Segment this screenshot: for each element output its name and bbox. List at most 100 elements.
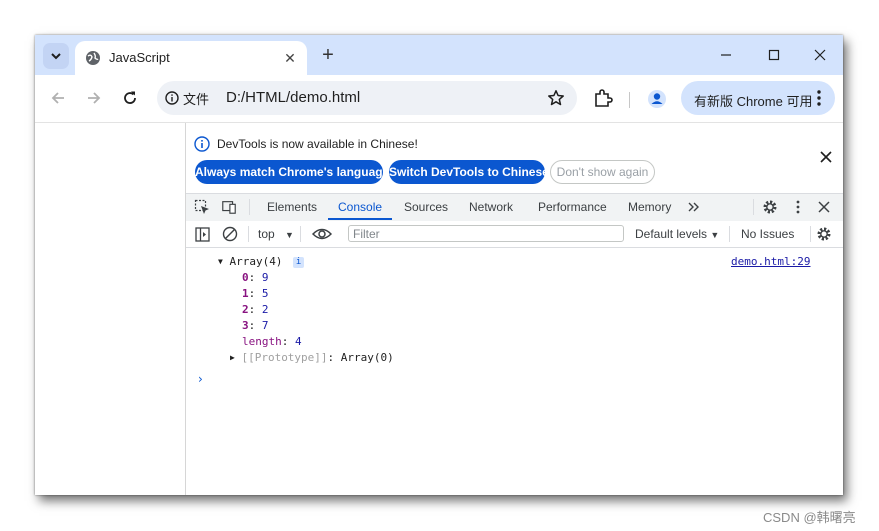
panel-tabs-divider [249,199,250,215]
log-levels-dropdown[interactable]: Default levels ▼ [635,227,719,241]
page-viewport [35,123,186,495]
tab-search-button[interactable] [43,43,69,69]
entry-key: 1 [242,287,249,300]
array-label: Array(4) [229,255,283,268]
infobar-message: DevTools is now available in Chinese! [217,137,418,151]
update-chrome-button[interactable]: 有新版 Chrome 可用 [681,81,835,115]
entry-key: 3 [242,319,249,332]
clear-console-icon[interactable] [222,226,238,242]
array-entry-row: 3: 7 [242,319,269,332]
collapsed-triangle-icon: ▶ [230,353,235,362]
bookmark-star-icon[interactable] [545,87,567,109]
minimize-button[interactable] [711,43,741,67]
new-tab-button[interactable]: + [317,44,339,66]
toolbar-divider [300,226,301,242]
console-prompt[interactable]: › [198,372,203,386]
dropdown-arrow-icon: ▼ [285,230,294,240]
more-tabs-icon[interactable] [686,199,702,215]
entry-colon: : [248,303,262,316]
minimize-icon [721,54,731,56]
dont-show-again-button[interactable]: Don't show again [550,160,655,184]
prototype-key: [[Prototype]] [241,351,328,364]
sidebar-toggle-icon[interactable] [194,226,210,242]
source-link[interactable]: demo.html:29 [731,255,810,268]
close-window-button[interactable] [805,43,835,67]
info-badge-icon[interactable]: i [293,257,305,268]
reload-button[interactable] [117,85,143,111]
globe-icon [86,51,100,65]
arrow-right-icon [88,92,101,104]
array-entry-row: 1: 5 [242,287,269,300]
inspect-element-icon[interactable] [194,199,210,215]
tab-elements[interactable]: Elements [267,200,317,214]
device-toolbar-icon[interactable] [221,199,237,215]
profile-avatar-icon[interactable] [645,87,669,111]
info-icon [194,136,210,152]
devtools-panel: DevTools is now available in Chinese! Al… [186,123,843,495]
dropdown-arrow-icon: ▼ [710,230,720,240]
entry-value: 7 [261,319,269,332]
maximize-button[interactable] [759,43,789,67]
active-tab-indicator [328,218,392,220]
switch-to-chinese-button[interactable]: Switch DevTools to Chinese [389,160,549,184]
array-length-row: length: 4 [242,335,302,348]
browser-tab[interactable]: JavaScript ✕ [75,41,307,75]
settings-gear-icon[interactable] [762,199,778,215]
live-expression-eye-icon[interactable] [312,226,332,242]
context-label: top [258,227,275,241]
extensions-icon[interactable] [591,87,615,111]
close-tab-icon[interactable]: ✕ [281,49,299,67]
entry-value: 9 [261,271,269,284]
info-icon [165,91,179,105]
length-key: length [242,335,282,348]
length-value: 4 [295,335,302,348]
devtools-panel-tabs: Elements Console Sources Network Perform… [186,193,843,222]
prototype-value: Array(0) [340,351,394,364]
site-info-label: 文件 [183,91,210,107]
chevron-down-icon [51,53,61,60]
toolbar-divider [248,226,249,242]
console-toolbar: top ▼ Filter Default levels ▼ No Issues [186,221,843,248]
site-info-chip[interactable]: 文件 [165,88,209,108]
back-button[interactable] [45,85,71,111]
url-text[interactable]: D:/HTML/demo.html [226,89,360,106]
browser-toolbar: 文件 D:/HTML/demo.html 有新版 Chrome 可用 [35,75,843,123]
tab-console[interactable]: Console [338,200,382,214]
always-match-language-button[interactable]: Always match Chrome's language [195,160,389,184]
browser-window: JavaScript ✕ + 文件 D:/HTML/demo.html 有新版 … [35,35,843,495]
array-entry-row: 0: 9 [242,271,269,284]
maximize-icon [768,49,780,61]
close-icon [814,49,826,61]
tab-sources[interactable]: Sources [404,200,448,214]
tab-performance[interactable]: Performance [538,200,607,214]
entry-value: 5 [261,287,269,300]
entry-key: 0 [242,271,249,284]
console-settings-gear-icon[interactable] [816,226,832,242]
tab-network[interactable]: Network [469,200,513,214]
entry-colon: : [248,319,262,332]
tab-strip: JavaScript ✕ + [35,35,843,75]
tab-memory[interactable]: Memory [628,200,671,214]
issues-counter[interactable]: No Issues [741,227,794,241]
context-selector[interactable]: top ▼ [258,227,294,241]
array-entry-row: 2: 2 [242,303,269,316]
log-levels-label: Default levels [635,227,708,241]
more-vert-icon[interactable] [790,199,806,215]
entry-colon: : [327,351,341,364]
expanded-triangle-icon: ▼ [218,257,223,266]
entry-value: 2 [261,303,269,316]
devtools-language-infobar: DevTools is now available in Chinese! Al… [186,123,843,193]
close-icon[interactable] [818,149,834,165]
reload-icon [124,91,136,104]
forward-button[interactable] [81,85,107,111]
more-vert-icon [817,90,821,106]
entry-colon: : [248,287,262,300]
close-devtools-icon[interactable] [816,199,832,215]
address-bar[interactable]: 文件 D:/HTML/demo.html [157,81,577,115]
console-filter-input[interactable]: Filter [348,225,624,242]
console-output: ▼ Array(4) i demo.html:29 0: 9 1: 5 2: 2… [186,248,843,495]
entry-colon: : [248,271,262,284]
toolbar-divider [810,226,811,242]
array-summary-row[interactable]: ▼ Array(4) i [218,255,305,268]
prototype-row[interactable]: ▶ [[Prototype]]: Array(0) [230,351,394,364]
